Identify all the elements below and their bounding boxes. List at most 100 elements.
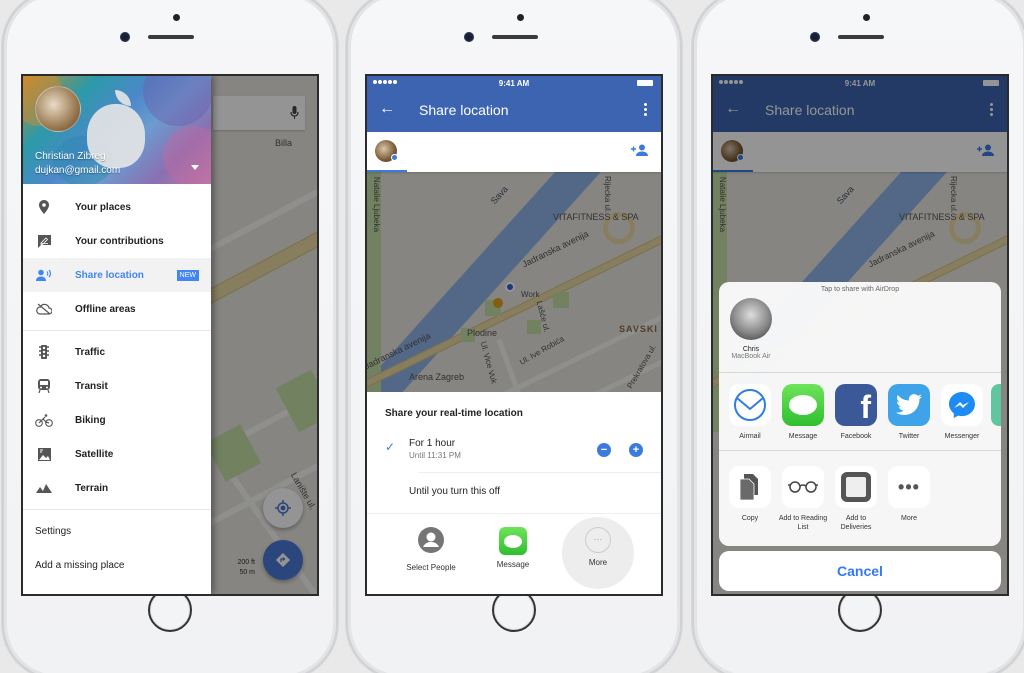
transit-train-icon [35, 377, 53, 395]
proximity-sensor [517, 14, 524, 21]
front-camera [464, 32, 474, 42]
add-person-icon[interactable] [631, 143, 649, 161]
phone-frame-1: Billa Lanište ul. 200 ft 50 m Christian … [2, 0, 338, 673]
messages-app-icon [499, 527, 527, 555]
messages-app-icon [782, 384, 824, 426]
checkmark-icon: ✓ [385, 440, 396, 454]
share-target-message[interactable]: Message [473, 527, 553, 569]
location-dot-icon [391, 154, 398, 161]
menu-item-settings[interactable]: Settings [23, 514, 211, 548]
menu-item-your-places[interactable]: Your places [23, 190, 211, 224]
showcase: Billa Lanište ul. 200 ft 50 m Christian … [0, 0, 1024, 673]
decrease-duration-button[interactable]: − [597, 443, 611, 457]
share-app-messenger[interactable]: Messenger [937, 384, 987, 441]
menu-item-share-location[interactable]: Share location NEW [23, 258, 211, 292]
increase-duration-button[interactable]: + [629, 443, 643, 457]
airmail-icon [729, 384, 771, 426]
activity-sheet: Tap to share with AirDrop Chris MacBook … [719, 282, 1001, 546]
share-app-airmail[interactable]: Airmail [725, 384, 775, 441]
action-add-to-reading-list[interactable]: Add to Reading List [778, 466, 828, 532]
airdrop-device: MacBook Air [731, 353, 771, 360]
battery-icon [637, 80, 653, 86]
profile-name: Christian Zibreg [35, 151, 106, 162]
profile-avatar[interactable] [35, 86, 81, 132]
earpiece [838, 35, 884, 39]
phone-frame-3: Sava VITAFITNESS & SPA Jadranska avenija… [692, 0, 1024, 673]
option-until-turned-off[interactable]: Until you turn this off [409, 486, 500, 497]
map-overlay [367, 172, 661, 392]
menu-item-traffic[interactable]: Traffic [23, 335, 211, 369]
navigation-drawer: Christian Zibreg dujkan@gmail.com Your p… [23, 76, 211, 594]
menu-label: Your contributions [75, 235, 164, 247]
copy-icon [729, 466, 771, 508]
menu-label: Biking [75, 414, 106, 426]
airdrop-avatar [730, 298, 772, 340]
front-camera [810, 32, 820, 42]
menu-item-biking[interactable]: Biking [23, 403, 211, 437]
option-sublabel: Until 11:31 PM [409, 451, 461, 460]
proximity-sensor [173, 14, 180, 21]
next-app-partial-icon[interactable] [991, 384, 1001, 426]
offline-cloud-icon [35, 300, 53, 318]
place-pin-icon [35, 198, 53, 216]
airdrop-hint: Tap to share with AirDrop [820, 286, 900, 293]
app-bar: ← Share location [367, 90, 661, 132]
earpiece [492, 35, 538, 39]
divider [719, 450, 1001, 451]
reading-glasses-icon [782, 466, 824, 508]
facebook-icon: f [835, 384, 877, 426]
cancel-button[interactable]: Cancel [719, 551, 1001, 591]
app-label: Airmail [739, 433, 761, 440]
airdrop-target[interactable]: Chris MacBook Air [727, 298, 775, 360]
people-bar [367, 132, 661, 172]
front-camera [120, 32, 130, 42]
person-circle-icon [418, 527, 444, 553]
menu-item-transit[interactable]: Transit [23, 369, 211, 403]
share-target-select-people[interactable]: Select People [391, 527, 471, 572]
back-arrow-icon[interactable]: ← [379, 100, 395, 118]
earpiece [148, 35, 194, 39]
menu-item-satellite[interactable]: Satellite [23, 437, 211, 471]
option-for-1-hour[interactable]: ✓ For 1 hour Until 11:31 PM − + [367, 430, 661, 472]
more-dots-icon: ··· [585, 527, 611, 553]
action-label: More [901, 515, 917, 522]
share-target-more[interactable]: ··· More [558, 527, 638, 567]
menu-item-offline-areas[interactable]: Offline areas [23, 292, 211, 326]
status-bar: 9:41 AM [367, 76, 661, 90]
profile-email: dujkan@gmail.com [35, 165, 121, 176]
action-add-to-deliveries[interactable]: Add to Deliveries [831, 466, 881, 532]
target-label: More [588, 558, 608, 567]
messenger-icon [941, 384, 983, 426]
app-bar-title: Share location [419, 102, 509, 118]
overflow-menu-icon[interactable] [644, 103, 647, 116]
menu-label: Offline areas [75, 303, 136, 315]
menu-item-add-missing-place[interactable]: Add a missing place [23, 548, 211, 582]
menu-item-terrain[interactable]: Terrain [23, 471, 211, 505]
divider [419, 472, 661, 473]
share-app-facebook[interactable]: f Facebook [831, 384, 881, 441]
share-location-icon [35, 266, 53, 284]
phone-frame-2: Sava VITAFITNESS & SPA Jadranska avenija… [346, 0, 682, 673]
app-label: Message [788, 433, 818, 440]
more-dots-icon: ••• [888, 466, 930, 508]
menu-divider [23, 509, 211, 510]
option-label: For 1 hour [409, 438, 456, 449]
target-label: Message [496, 560, 530, 569]
screen-share-location: Sava VITAFITNESS & SPA Jadranska avenija… [365, 74, 663, 596]
screen-ios-share-sheet: Sava VITAFITNESS & SPA Jadranska avenija… [711, 74, 1009, 596]
sheet-title: Share your real-time location [385, 408, 523, 419]
action-more[interactable]: ••• More [884, 466, 934, 523]
bike-icon [35, 411, 53, 429]
proximity-sensor [863, 14, 870, 21]
share-app-twitter[interactable]: Twitter [884, 384, 934, 441]
drawer-header: Christian Zibreg dujkan@gmail.com [23, 76, 211, 184]
twitter-bird-icon [888, 384, 930, 426]
menu-item-your-contributions[interactable]: Your contributions [23, 224, 211, 258]
traffic-light-icon [35, 343, 53, 361]
target-label: Select People [406, 563, 456, 572]
menu-label: Traffic [75, 346, 106, 358]
account-switcher-caret-icon[interactable] [191, 165, 199, 170]
menu-label: Your places [75, 201, 131, 213]
action-copy[interactable]: Copy [725, 466, 775, 523]
share-app-message[interactable]: Message [778, 384, 828, 441]
